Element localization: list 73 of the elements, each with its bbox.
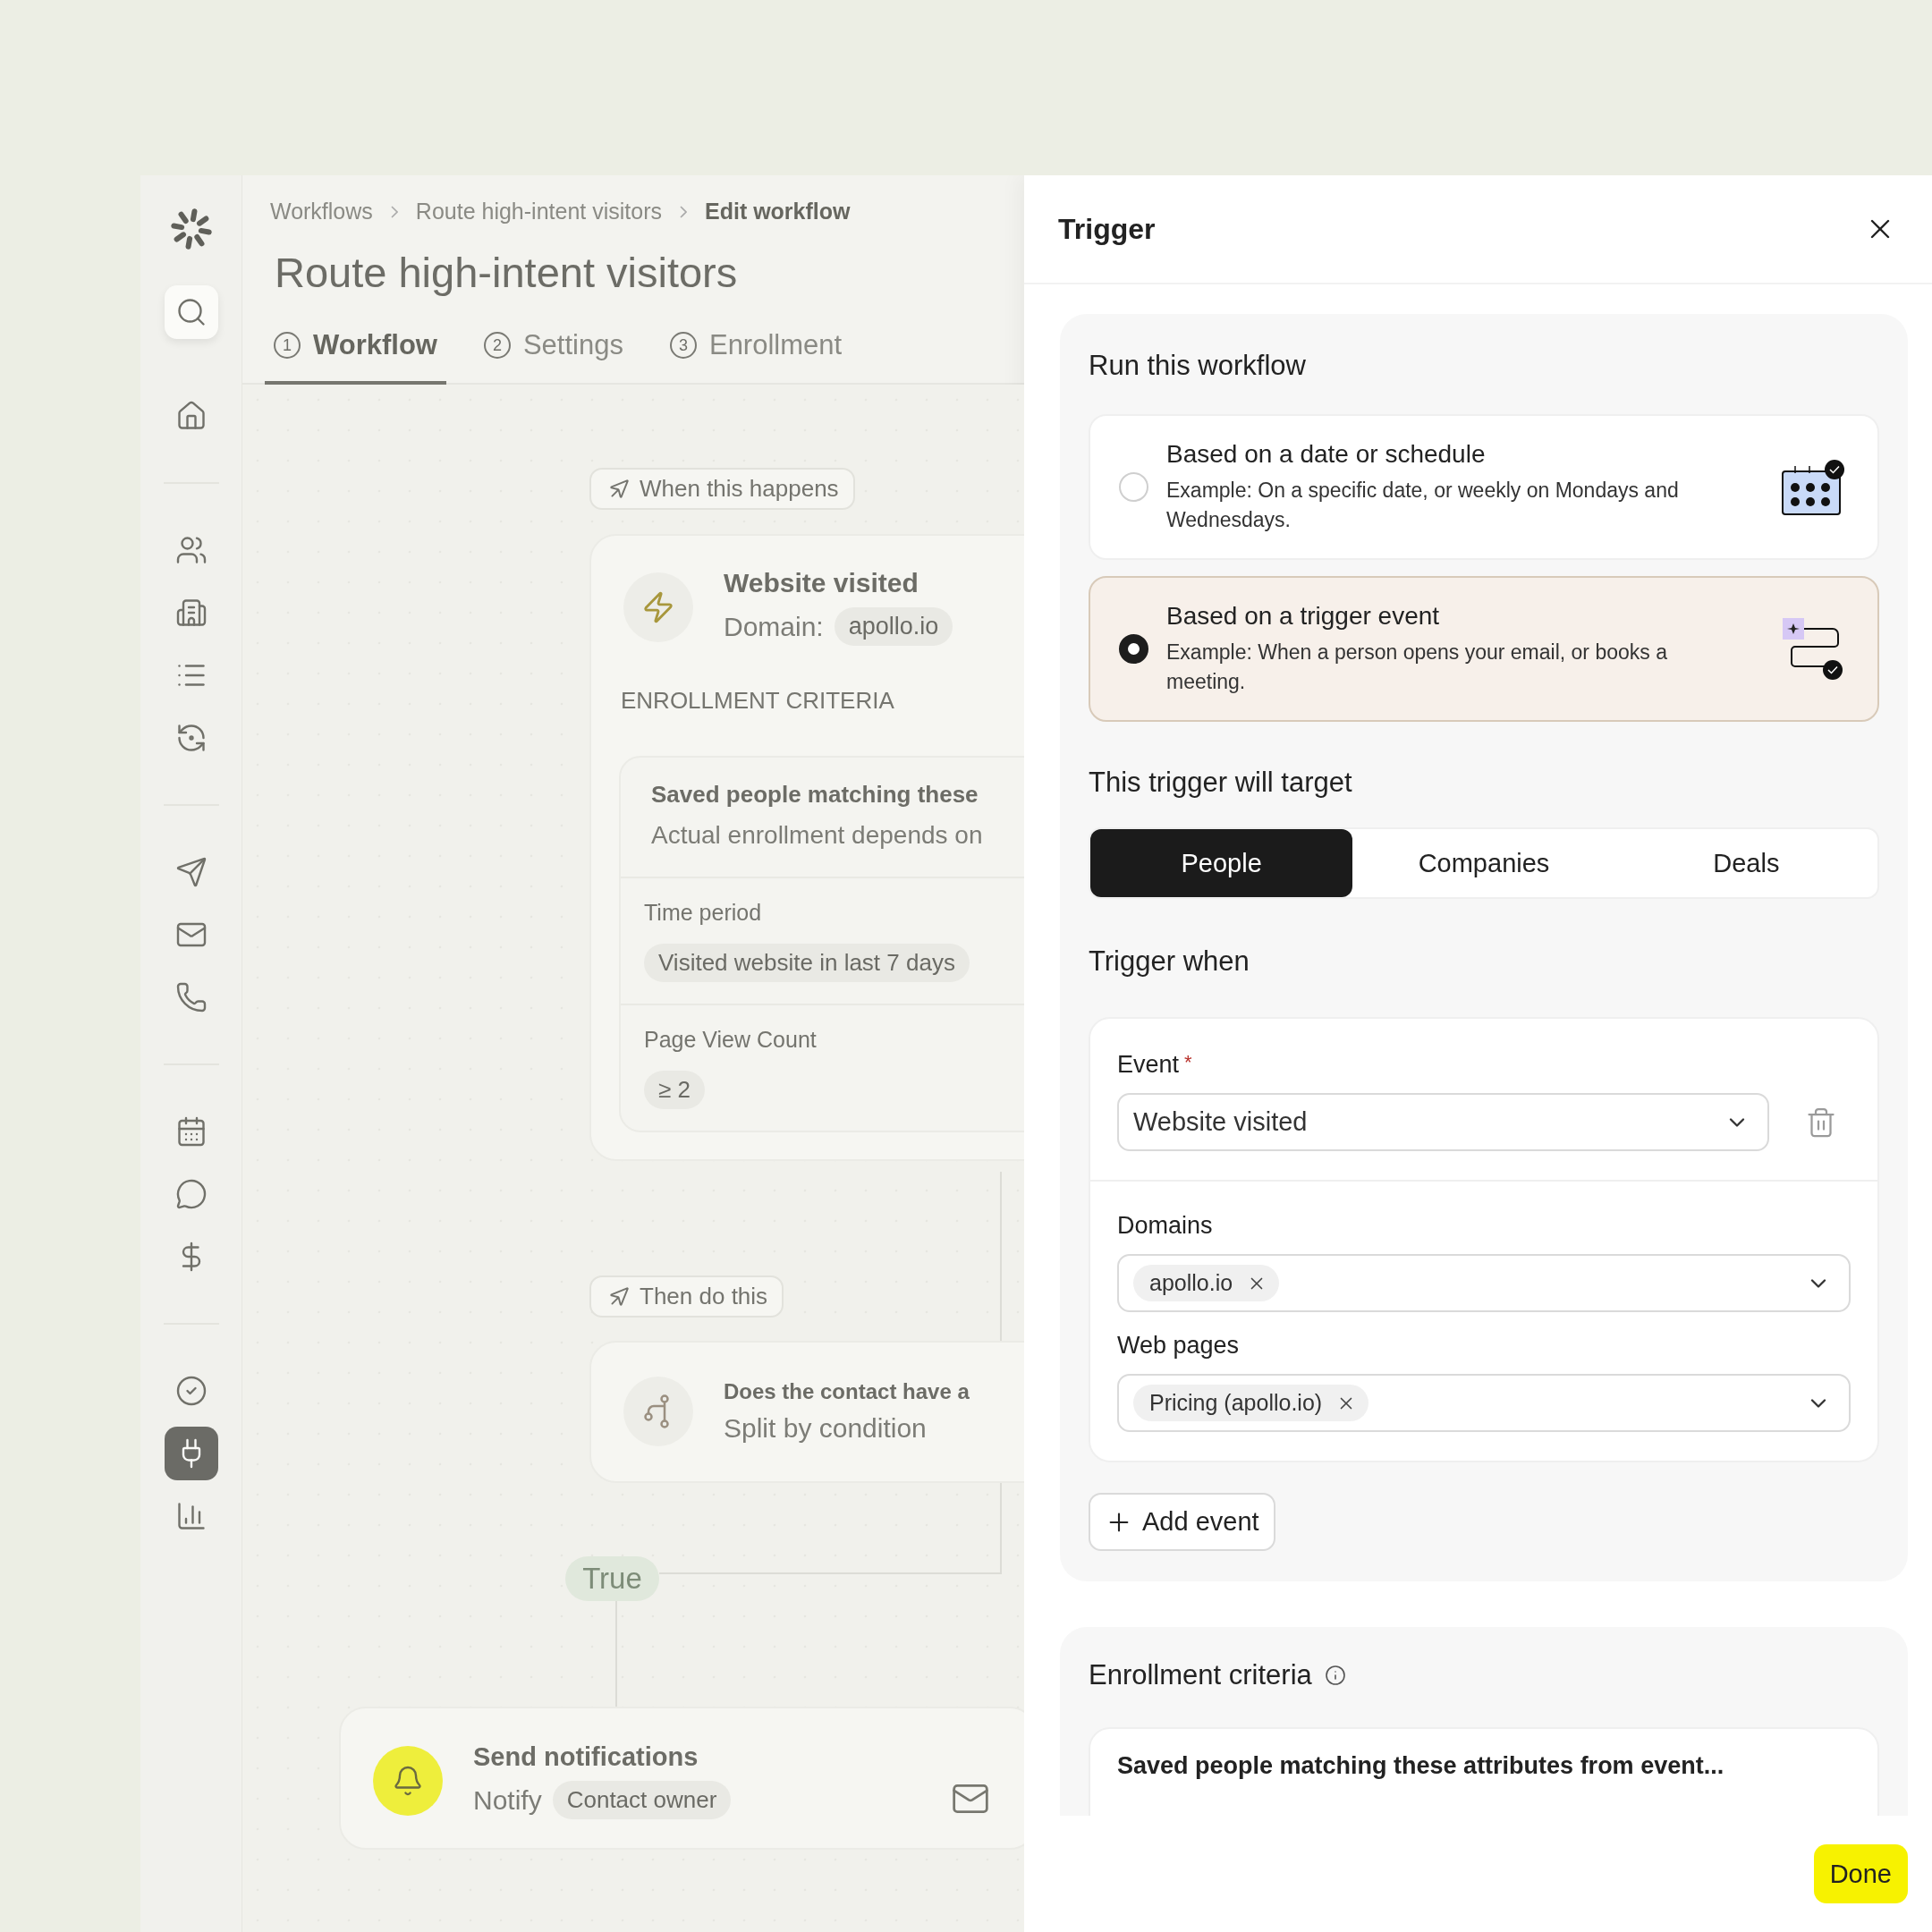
- field-value-chip: ≥ 2: [644, 1071, 705, 1109]
- multi-select[interactable]: apollo.io: [1117, 1254, 1851, 1312]
- field-label: Domains: [1117, 1212, 1213, 1240]
- step-label-text: Then do this: [640, 1283, 768, 1310]
- option-title: Based on a trigger event: [1166, 602, 1441, 631]
- chevron-right-icon: [680, 205, 687, 218]
- logo-icon: [170, 208, 212, 250]
- segment-tab[interactable]: People: [1090, 829, 1353, 897]
- node-subtitle: Split by condition: [724, 1413, 928, 1444]
- send-icon: [174, 856, 208, 888]
- field-label: Web pages: [1117, 1332, 1240, 1360]
- domain-chip: apollo.io: [834, 607, 953, 646]
- sidebar-item[interactable]: [164, 285, 218, 339]
- required-mark: *: [1184, 1051, 1192, 1075]
- trigger-option[interactable]: Based on a trigger event Example: When a person opens your email, or books a meeting.: [1089, 576, 1879, 722]
- field-label: Time period: [644, 900, 762, 926]
- panel-title: Trigger: [1058, 212, 1156, 246]
- info-icon[interactable]: [1324, 1665, 1346, 1686]
- trigger-card[interactable]: Website visited Domain: apollo.io ENROLLMENT CRITERIA Saved people matching these Actual enrollment depends on Time period Visited website in last 7 days Page View Count ≥ 2: [589, 534, 1024, 1161]
- cursor-icon: [607, 1284, 631, 1309]
- notify-label: Notify: [473, 1784, 542, 1816]
- phone-icon: [174, 981, 208, 1013]
- segment-tab[interactable]: Deals: [1614, 829, 1877, 897]
- breadcrumb-link[interactable]: Edit workflow: [705, 199, 851, 225]
- tab[interactable]: 3 Enrollment: [660, 324, 852, 385]
- option-title: Based on a date or schedule: [1166, 440, 1487, 470]
- step-number: 3: [669, 332, 697, 359]
- step-number: 2: [483, 332, 511, 359]
- option-description: Example: On a specific date, or weekly on Mondays and Wednesdays.: [1166, 478, 1680, 533]
- chat-bubble-icon: [174, 1178, 208, 1210]
- cursor-icon: [607, 477, 631, 501]
- step-number: 1: [274, 332, 301, 359]
- multi-select[interactable]: Pricing (apollo.io): [1117, 1374, 1851, 1432]
- section-heading: Trigger when: [1089, 945, 1250, 978]
- trigger-option[interactable]: Based on a date or schedule Example: On a specific date, or weekly on Mondays and Wednesdays.: [1089, 414, 1879, 560]
- add-event-button[interactable]: Add event: [1089, 1493, 1275, 1551]
- check-circle-icon: [174, 1375, 208, 1407]
- segment-tab[interactable]: Companies: [1352, 829, 1615, 897]
- notification-card[interactable]: Send notifications Notify Contact owner: [339, 1707, 1024, 1850]
- section-heading: This trigger will target: [1089, 767, 1353, 799]
- branch-label: True: [565, 1556, 659, 1601]
- criteria-title: Saved people matching these attributes from event...: [1117, 1752, 1725, 1780]
- step-label-text: When this happens: [640, 475, 839, 503]
- node-title: Does the contact have a: [724, 1379, 970, 1404]
- building-icon: [174, 597, 208, 629]
- section-heading: Enrollment criteria: [1089, 1659, 1312, 1691]
- section-heading: Run this workflow: [1089, 350, 1307, 382]
- sidebar-item[interactable]: [164, 1427, 218, 1480]
- node-title: Website visited: [724, 568, 919, 598]
- people-icon: [174, 534, 208, 566]
- selected-tag: Pricing (apollo.io): [1133, 1385, 1369, 1421]
- recipient-chip: Contact owner: [552, 1781, 732, 1819]
- field-label: Page View Count: [644, 1027, 817, 1053]
- node-title: Send notifications: [473, 1742, 699, 1772]
- section-heading: ENROLLMENT CRITERIA: [621, 687, 895, 715]
- bell-icon: [392, 1765, 424, 1797]
- domain-label: Domain:: [724, 611, 824, 642]
- page-title: Route high-intent visitors: [275, 248, 739, 297]
- done-button[interactable]: Done: [1813, 1844, 1908, 1903]
- selected-tag: apollo.io: [1133, 1265, 1280, 1301]
- flow-icon: [1781, 615, 1845, 682]
- lightning-icon: [641, 589, 675, 624]
- chevron-right-icon: [390, 205, 398, 218]
- calendar-icon: [1781, 458, 1845, 516]
- field-label: Event: [1117, 1051, 1180, 1079]
- event-select[interactable]: Website visited: [1117, 1093, 1769, 1151]
- tab[interactable]: 2 Settings: [474, 324, 632, 385]
- option-description: Example: When a person opens your email, or books a meeting.: [1166, 640, 1668, 695]
- criteria-title: Saved people matching these: [651, 781, 979, 809]
- radio-button[interactable]: [1119, 634, 1148, 664]
- criteria-subtitle: Actual enrollment depends on: [651, 821, 984, 850]
- condition-card[interactable]: Does the contact have a Split by condition: [589, 1341, 1024, 1483]
- field-value-chip: Visited website in last 7 days: [644, 944, 970, 982]
